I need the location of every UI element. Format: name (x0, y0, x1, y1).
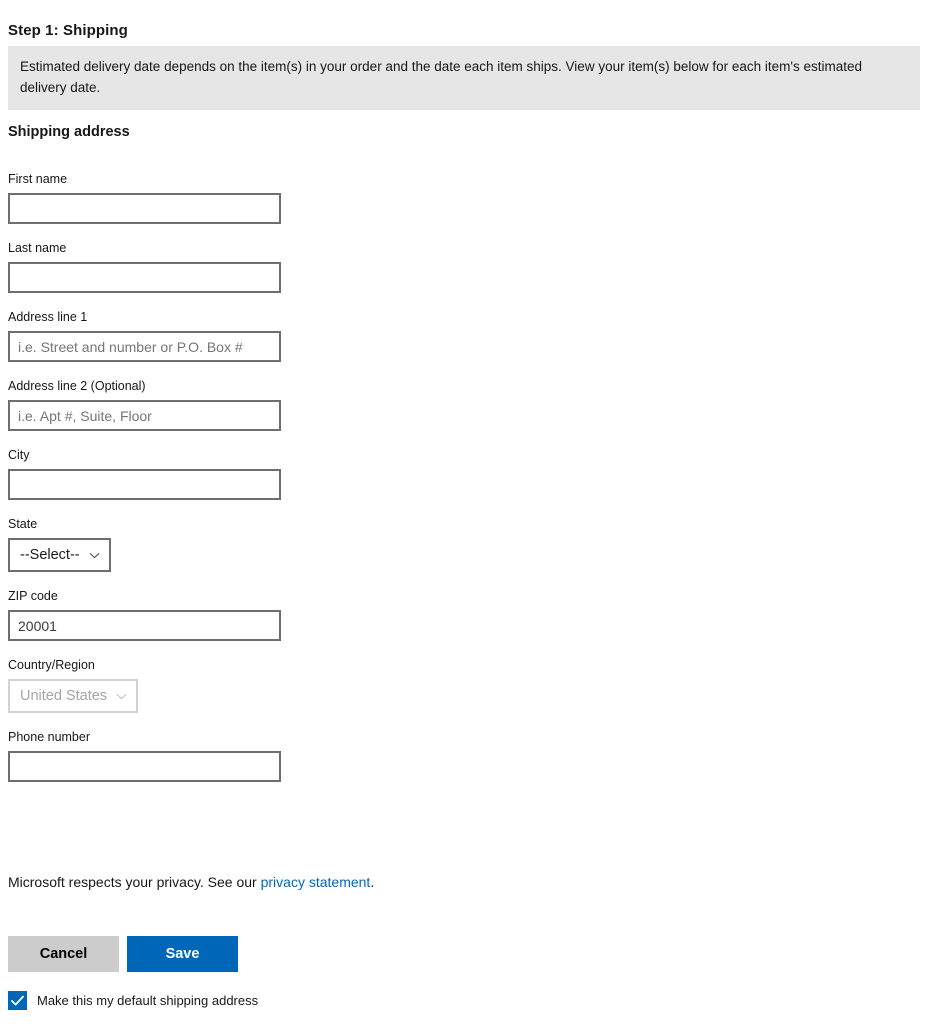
address-line-2-input[interactable] (8, 400, 281, 431)
check-icon (11, 995, 24, 1006)
last-name-label: Last name (8, 241, 67, 255)
city-input[interactable] (8, 469, 281, 500)
page-title: Step 1: Shipping (8, 22, 128, 39)
zip-code-label: ZIP code (8, 589, 58, 603)
info-banner-text: Estimated delivery date depends on the i… (20, 59, 862, 95)
field-address-line-1: Address line 1 (8, 309, 508, 362)
chevron-down-icon (89, 550, 100, 561)
cancel-button[interactable]: Cancel (8, 936, 119, 972)
last-name-input[interactable] (8, 262, 281, 293)
field-state: State --Select-- (8, 516, 508, 572)
field-country-region: Country/Region United States (8, 657, 508, 713)
country-region-label: Country/Region (8, 658, 95, 672)
address-line-1-input[interactable] (8, 331, 281, 362)
form-actions: Cancel Save (8, 936, 238, 972)
address-line-1-label: Address line 1 (8, 310, 88, 324)
field-zip-code: ZIP code (8, 588, 508, 641)
chevron-down-icon (116, 691, 127, 702)
state-label: State (8, 517, 38, 531)
privacy-text-before: Microsoft respects your privacy. See our (8, 874, 261, 890)
field-city: City (8, 447, 508, 500)
info-banner: Estimated delivery date depends on the i… (8, 46, 920, 110)
field-address-line-2: Address line 2 (Optional) (8, 378, 508, 431)
field-phone-number: Phone number (8, 729, 508, 782)
phone-number-label: Phone number (8, 730, 91, 744)
shipping-address-heading: Shipping address (8, 124, 130, 140)
zip-code-input[interactable] (8, 610, 281, 641)
privacy-notice: Microsoft respects your privacy. See our… (8, 872, 374, 892)
save-button[interactable]: Save (127, 936, 238, 972)
default-shipping-address-checkbox[interactable] (8, 991, 27, 1010)
address-line-2-label: Address line 2 (Optional) (8, 379, 146, 393)
city-label: City (8, 448, 30, 462)
state-select[interactable]: --Select-- (8, 538, 111, 572)
state-select-value: --Select-- (20, 547, 80, 563)
phone-number-input[interactable] (8, 751, 281, 782)
country-region-select: United States (8, 679, 139, 713)
privacy-text-after: . (370, 874, 375, 890)
default-shipping-address-label[interactable]: Make this my default shipping address (37, 993, 258, 1008)
privacy-statement-link[interactable]: privacy statement (261, 874, 371, 890)
shipping-address-form: First name Last name Address line 1 Addr… (8, 171, 508, 798)
first-name-label: First name (8, 172, 68, 186)
field-first-name: First name (8, 171, 508, 224)
field-last-name: Last name (8, 240, 508, 293)
country-region-select-value: United States (20, 688, 108, 704)
shipping-step-page: Step 1: Shipping Estimated delivery date… (0, 0, 935, 1024)
default-shipping-address-row: Make this my default shipping address (8, 991, 258, 1010)
first-name-input[interactable] (8, 193, 281, 224)
